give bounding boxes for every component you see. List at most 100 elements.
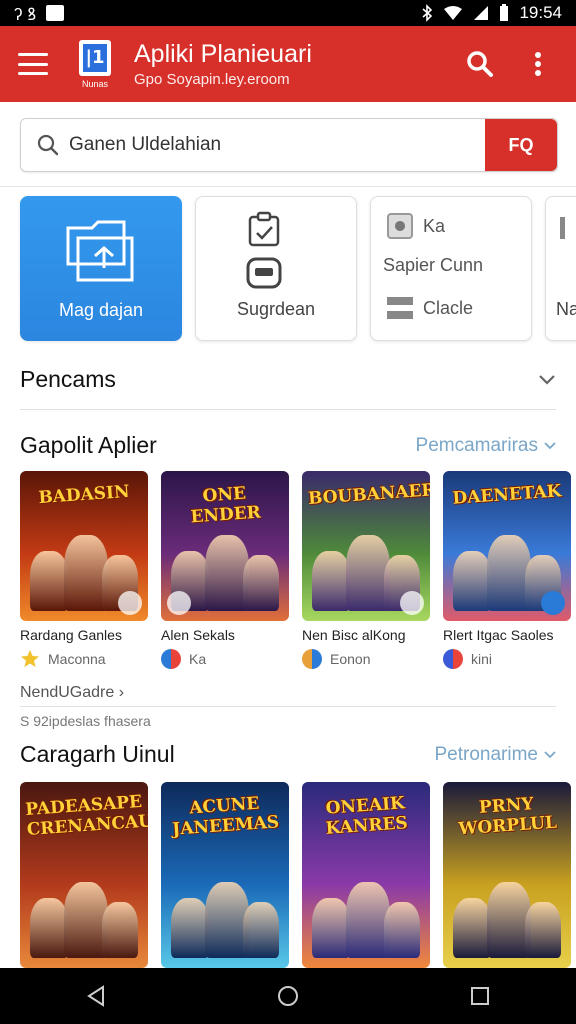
back-icon	[87, 985, 104, 1007]
divider	[20, 706, 556, 707]
card-list[interactable]: Ka Sapier Cunn Clacle	[370, 196, 532, 341]
card-sugrdean[interactable]: Sugrdean	[195, 196, 357, 341]
character-figure	[102, 902, 138, 958]
logo-caption: Nunas	[81, 78, 108, 89]
section-title: Pencams	[20, 366, 116, 392]
see-more-label: Pemcamariras	[415, 434, 538, 456]
character-figure	[243, 902, 279, 958]
wifi-icon	[444, 6, 463, 20]
game-banner-text: DAENETAK	[451, 481, 563, 509]
divider	[20, 409, 556, 410]
recents-icon	[471, 987, 489, 1005]
settings-square-icon	[387, 213, 413, 239]
back-button[interactable]	[76, 976, 116, 1016]
developer-logo-icon	[302, 649, 322, 669]
more-vert-icon	[535, 52, 541, 76]
game-meta-label: kini	[471, 651, 493, 667]
character-figure	[30, 551, 68, 611]
popular-games: BADASIN Rardang Ganles Maconna ONE ENDER Ale…	[20, 471, 576, 669]
home-button[interactable]	[268, 976, 308, 1016]
info-badge-icon	[118, 591, 142, 615]
info-badge-icon	[400, 591, 424, 615]
search-input[interactable]	[69, 134, 485, 156]
bluetooth-icon	[422, 4, 433, 22]
game-thumbnail: ONEAIK KANRES	[302, 782, 430, 968]
list-row-label: Clacle	[423, 297, 474, 318]
search-bar: FQ	[20, 118, 558, 172]
see-more-label: Petronarime	[434, 743, 539, 765]
game-card[interactable]: PRNY WORPLUL	[443, 782, 571, 968]
game-card[interactable]: DAENETAK Rlert Itgac Saoles kini	[443, 471, 571, 669]
game-banner-text: PRNY WORPLUL	[457, 794, 558, 840]
overflow-menu-button[interactable]	[518, 44, 558, 84]
game-meta: kini	[443, 649, 571, 669]
character-figure	[243, 555, 279, 611]
card-mag-dajan[interactable]: Mag dajan	[20, 196, 182, 341]
section-title: Caragarh Uinul	[20, 741, 175, 767]
card-label: Sugrdean	[236, 299, 316, 319]
card-partial[interactable]: Na	[545, 196, 576, 341]
game-thumbnail: BADASIN	[20, 471, 148, 621]
game-banner-text: PADEASAPE CRENANCAUS	[24, 791, 148, 840]
game-meta-label: Maconna	[48, 651, 106, 667]
category-header: Caragarh Uinul Petronarime	[20, 741, 556, 768]
card-label: Na	[556, 299, 576, 319]
game-card[interactable]: ONE ENDER Alen Sekals Ka	[161, 471, 289, 669]
game-meta: Eonon	[302, 649, 430, 669]
logo-glyph: |1	[83, 43, 107, 72]
search-icon	[37, 134, 59, 156]
chevron-down-icon	[539, 374, 555, 385]
game-name: Alen Sekals	[161, 627, 235, 643]
storage-icon	[246, 257, 282, 289]
game-card[interactable]: ACUNE JANEEMAS	[161, 782, 289, 968]
app-bar: |1 Nunas Apliki Planieuari Gpo Soyapin.l…	[0, 26, 576, 102]
game-name: Rlert Itgac Saoles	[443, 627, 554, 643]
game-banner-text: BADASIN	[37, 481, 131, 509]
character-figure	[453, 551, 491, 611]
status-right: 19:54	[421, 3, 562, 23]
game-thumbnail: ACUNE JANEEMAS	[161, 782, 289, 968]
app-titles: Apliki Planieuari Gpo Soyapin.ley.eroom	[134, 40, 460, 88]
menu-icon[interactable]	[18, 53, 48, 75]
status-left: ʔ ꝸ	[14, 2, 65, 25]
system-nav-bar	[0, 968, 576, 1024]
game-thumbnail: BOUBANAER	[302, 471, 430, 621]
app-title: Apliki Planieuari	[134, 40, 312, 68]
game-name: Nen Bisc alKong	[302, 627, 406, 643]
game-meta-label: Eonon	[330, 651, 371, 667]
pencams-row[interactable]: Pencams	[20, 366, 556, 393]
developer-logo-icon	[161, 649, 181, 669]
home-icon	[278, 986, 298, 1006]
see-more-link[interactable]: Petronarime	[435, 744, 557, 766]
status-time: 19:54	[519, 3, 562, 22]
game-card[interactable]: BOUBANAER Nen Bisc alKong Eonon	[302, 471, 430, 669]
game-card[interactable]: PADEASAPE CRENANCAUS	[20, 782, 148, 968]
character-figure	[453, 898, 491, 958]
game-thumbnail: PRNY WORPLUL	[443, 782, 571, 968]
game-card[interactable]: ONEAIK KANRES	[302, 782, 430, 968]
character-figure	[312, 898, 350, 958]
signal-icon	[474, 6, 489, 20]
battery-icon	[500, 4, 509, 21]
search-button[interactable]	[460, 44, 500, 84]
game-name: Rardang Ganles	[20, 627, 122, 643]
game-thumbnail: ONE ENDER	[161, 471, 289, 621]
star-icon	[20, 649, 40, 669]
recents-button[interactable]	[460, 976, 500, 1016]
app-logo: |1 Nunas	[70, 33, 120, 95]
see-more-link[interactable]: Pemcamariras	[416, 435, 556, 457]
category-games: PADEASAPE CRENANCAUS ACUNE JANEEMAS ONEAIK…	[20, 782, 576, 968]
notification-icon	[46, 5, 65, 21]
game-banner-text: ONEAIK KANRES	[325, 793, 409, 839]
more-link[interactable]: NendUGadre ›	[20, 684, 124, 702]
game-badge-icon	[541, 591, 565, 615]
search-icon	[467, 51, 493, 77]
game-thumbnail: PADEASAPE CRENANCAUS	[20, 782, 148, 968]
list-row: Ka	[387, 213, 445, 239]
bar-icon	[560, 217, 565, 239]
character-figure	[525, 902, 561, 958]
search-submit-button[interactable]: FQ	[485, 119, 557, 171]
caption-text: S 92ipdeslas fhasera	[20, 713, 151, 729]
game-card[interactable]: BADASIN Rardang Ganles Maconna	[20, 471, 148, 669]
list-row: Sapier Cunn	[383, 255, 483, 276]
